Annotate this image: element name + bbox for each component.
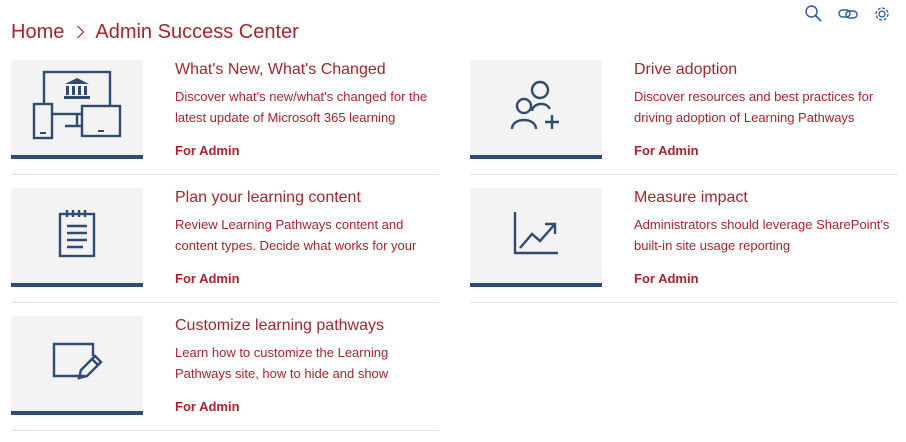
card-plan-learning-content[interactable]: Plan your learning content Review Learni…: [11, 188, 439, 303]
card-title[interactable]: Measure impact: [634, 188, 748, 208]
card-description: Learn how to customize the Learning Path…: [175, 345, 389, 381]
gear-icon[interactable]: [871, 3, 892, 24]
card-audience-tag: For Admin: [634, 271, 699, 286]
card-thumbnail: [470, 60, 602, 159]
edit-icon: [51, 340, 103, 387]
card-description: Discover resources and best practices fo…: [634, 89, 874, 125]
card-thumbnail: [11, 316, 143, 415]
chevron-right-icon: [76, 25, 85, 39]
card-thumbnail: [470, 188, 602, 287]
people-add-icon: [508, 79, 564, 136]
card-audience-tag: For Admin: [634, 143, 699, 158]
card-description: Administrators should leverage SharePoin…: [634, 217, 890, 253]
toolbar: [803, 3, 892, 24]
card-title[interactable]: Plan your learning content: [175, 188, 361, 208]
card-description: Discover what's new/what's changed for t…: [175, 89, 428, 125]
chart-icon: [512, 210, 560, 261]
card-description: Review Learning Pathways content and con…: [175, 217, 417, 253]
card-customize-learning-pathways[interactable]: Customize learning pathways Learn how to…: [11, 316, 439, 431]
notepad-icon: [57, 208, 97, 263]
breadcrumb-home[interactable]: Home: [11, 21, 64, 44]
devices-icon: [32, 68, 122, 147]
breadcrumb: Home Admin Success Center: [11, 19, 299, 45]
card-audience-tag: For Admin: [175, 143, 240, 158]
card-thumbnail: [11, 60, 143, 159]
breadcrumb-current: Admin Success Center: [95, 20, 299, 43]
card-title[interactable]: What's New, What's Changed: [175, 60, 386, 80]
link-icon[interactable]: [837, 3, 858, 24]
card-title[interactable]: Drive adoption: [634, 60, 737, 80]
card-title[interactable]: Customize learning pathways: [175, 316, 384, 336]
card-whats-new[interactable]: What's New, What's Changed Discover what…: [11, 60, 439, 175]
card-drive-adoption[interactable]: Drive adoption Discover resources and be…: [470, 60, 898, 175]
card-audience-tag: For Admin: [175, 271, 240, 286]
search-icon[interactable]: [803, 3, 824, 24]
card-audience-tag: For Admin: [175, 399, 240, 414]
card-measure-impact[interactable]: Measure impact Administrators should lev…: [470, 188, 898, 303]
card-thumbnail: [11, 188, 143, 287]
